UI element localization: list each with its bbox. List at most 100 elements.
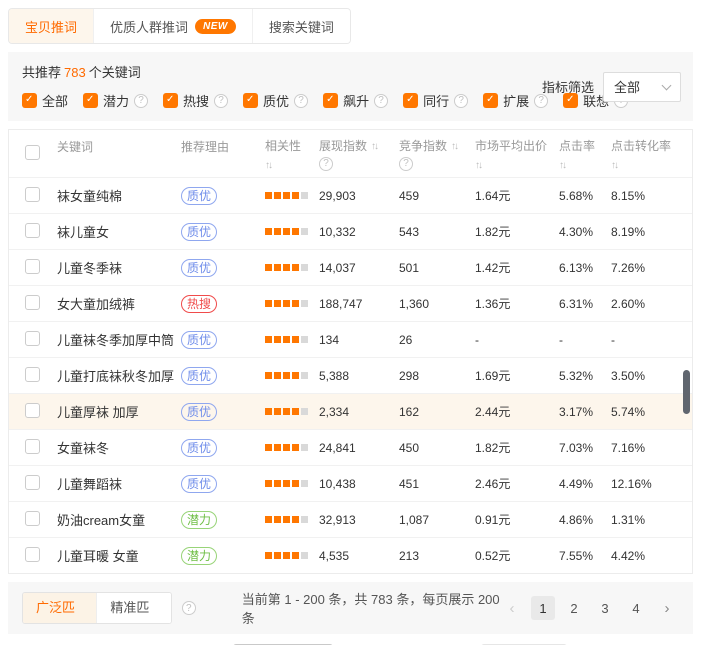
row-checkbox[interactable] [25, 403, 57, 421]
filter-item[interactable]: 扩展 [483, 91, 548, 110]
avg-price-cell: 2.44元 [475, 403, 559, 420]
column-label: 关键词 [57, 138, 93, 155]
reason-badge: 质优 [181, 331, 217, 349]
checkbox-unchecked-icon[interactable] [25, 295, 40, 310]
sort-icon[interactable] [451, 138, 459, 152]
scrollbar-thumb[interactable] [683, 370, 690, 414]
avg-price-cell: 1.36元 [475, 295, 559, 312]
match-type-button[interactable]: 精准匹配 [97, 593, 170, 623]
cvr-cell: 5.74% [611, 405, 692, 419]
row-checkbox[interactable] [25, 547, 57, 565]
table-row[interactable]: 儿童舞蹈袜 质优 10,438 451 2.46元 4.49% 12.16% [9, 465, 692, 501]
checkbox-unchecked-icon[interactable] [25, 403, 40, 418]
help-icon[interactable] [294, 94, 308, 108]
table-row[interactable]: 儿童耳暖 女童 潜力 4,535 213 0.52元 7.55% 4.42% [9, 537, 692, 573]
table-row[interactable]: 儿童冬季袜 质优 14,037 501 1.42元 6.13% 7.26% [9, 249, 692, 285]
row-checkbox[interactable] [25, 331, 57, 349]
sort-icon[interactable] [559, 157, 567, 171]
row-checkbox[interactable] [25, 259, 57, 277]
table-row[interactable]: 女大童加绒裤 热搜 188,747 1,360 1.36元 6.31% 2.60… [9, 285, 692, 321]
filter-item[interactable]: 潜力 [83, 91, 148, 110]
table-row[interactable]: 袜儿童女 质优 10,332 543 1.82元 4.30% 8.19% [9, 213, 692, 249]
checkbox-unchecked-icon[interactable] [25, 331, 40, 346]
row-checkbox[interactable] [25, 223, 57, 241]
table-row[interactable]: 奶油cream女童 潜力 32,913 1,087 0.91元 4.86% 1.… [9, 501, 692, 537]
table-row[interactable]: 儿童打底袜秋冬加厚 质优 5,388 298 1.69元 5.32% 3.50% [9, 357, 692, 393]
filter-item[interactable]: 飙升 [323, 91, 388, 110]
table-row[interactable]: 袜女童纯棉 质优 29,903 459 1.64元 5.68% 8.15% [9, 177, 692, 213]
prev-page-icon[interactable]: ‹ [500, 596, 524, 620]
sort-icon[interactable] [371, 138, 379, 152]
checkbox-unchecked-icon[interactable] [25, 511, 40, 526]
checkbox-unchecked-icon[interactable] [25, 439, 40, 454]
page-button[interactable]: 1 [531, 596, 555, 620]
row-checkbox[interactable] [25, 367, 57, 385]
sort-icon[interactable] [611, 157, 619, 171]
cvr-cell: 12.16% [611, 477, 692, 491]
checkbox-checked-icon[interactable] [403, 93, 418, 108]
page-button[interactable]: 2 [562, 596, 586, 620]
checkbox-unchecked-icon[interactable] [25, 259, 40, 274]
ctr-cell: 5.68% [559, 189, 611, 203]
tab[interactable]: 宝贝推词 [9, 9, 94, 43]
select-all-checkbox[interactable] [25, 145, 57, 163]
metric-filter: 指标筛选 全部 [542, 72, 681, 102]
filter-item[interactable]: 质优 [243, 91, 308, 110]
checkbox-unchecked-icon[interactable] [25, 367, 40, 382]
filter-item[interactable]: 全部 [22, 91, 68, 110]
sort-icon[interactable] [475, 157, 483, 171]
checkbox-checked-icon[interactable] [323, 93, 338, 108]
row-checkbox[interactable] [25, 475, 57, 493]
page-button[interactable]: 3 [593, 596, 617, 620]
checkbox-checked-icon[interactable] [163, 93, 178, 108]
help-icon[interactable] [134, 94, 148, 108]
checkbox-checked-icon[interactable] [83, 93, 98, 108]
reason-cell: 质优 [181, 259, 265, 277]
tab[interactable]: 优质人群推词 NEW [94, 9, 253, 43]
help-icon[interactable] [454, 94, 468, 108]
help-icon[interactable] [214, 94, 228, 108]
checkbox-checked-icon[interactable] [22, 93, 37, 108]
table-row[interactable]: 女童袜冬 质优 24,841 450 1.82元 7.03% 7.16% [9, 429, 692, 465]
help-icon[interactable] [374, 94, 388, 108]
checkbox-unchecked-icon[interactable] [25, 547, 40, 562]
avg-price-cell: - [475, 333, 559, 347]
competition-cell: 543 [399, 225, 475, 239]
filter-item[interactable]: 热搜 [163, 91, 228, 110]
match-type-button[interactable]: 广泛匹配 [23, 593, 97, 623]
keyword-cell: 儿童冬季袜 [57, 258, 181, 277]
checkbox-checked-icon[interactable] [243, 93, 258, 108]
avg-price-cell: 2.46元 [475, 475, 559, 492]
next-page-icon[interactable]: › [655, 596, 679, 620]
impressions-cell: 2,334 [319, 405, 399, 419]
table-row[interactable]: 儿童袜冬季加厚中筒 质优 134 26 - - - [9, 321, 692, 357]
impressions-cell: 4,535 [319, 549, 399, 563]
ctr-cell: 7.55% [559, 549, 611, 563]
help-icon[interactable] [399, 157, 413, 171]
table-footer: 广泛匹配 精准匹配 当前第 1 - 200 条，共 783 条，每页展示 200… [8, 582, 693, 634]
checkbox-unchecked-icon[interactable] [25, 475, 40, 490]
checkbox-checked-icon[interactable] [483, 93, 498, 108]
row-checkbox[interactable] [25, 511, 57, 529]
checkbox-unchecked-icon[interactable] [25, 145, 40, 160]
cvr-cell: 8.19% [611, 225, 692, 239]
table-row[interactable]: 儿童厚袜 加厚 质优 2,334 162 2.44元 3.17% 5.74% [9, 393, 692, 429]
filter-item[interactable]: 同行 [403, 91, 468, 110]
page-button[interactable]: 4 [624, 596, 648, 620]
metric-filter-select[interactable]: 全部 [603, 72, 681, 102]
row-checkbox[interactable] [25, 187, 57, 205]
cvr-cell: 4.42% [611, 549, 692, 563]
sort-icon[interactable] [265, 157, 273, 171]
help-icon[interactable] [319, 157, 333, 171]
help-icon[interactable] [182, 601, 196, 615]
impressions-cell: 32,913 [319, 513, 399, 527]
checkbox-unchecked-icon[interactable] [25, 223, 40, 238]
row-checkbox[interactable] [25, 439, 57, 457]
summary-prefix: 共推荐 [22, 65, 61, 80]
relevance-bars [265, 192, 319, 199]
column-label: 市场平均出价 [475, 137, 547, 154]
tab[interactable]: 搜索关键词 [253, 9, 350, 43]
checkbox-unchecked-icon[interactable] [25, 187, 40, 202]
keyword-cell: 女童袜冬 [57, 438, 181, 457]
row-checkbox[interactable] [25, 295, 57, 313]
